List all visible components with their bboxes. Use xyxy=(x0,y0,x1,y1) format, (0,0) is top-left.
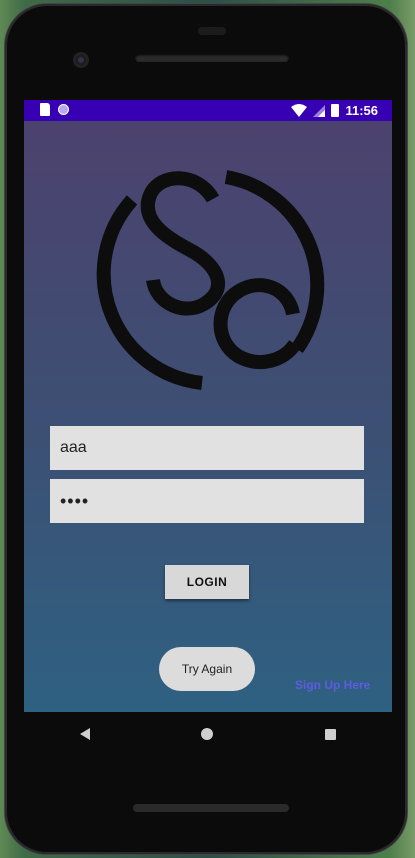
cell-signal-icon xyxy=(313,104,326,117)
sc-logo xyxy=(96,170,325,390)
login-button[interactable]: LOGIN xyxy=(165,565,249,599)
home-icon[interactable] xyxy=(201,728,214,740)
back-icon[interactable] xyxy=(79,728,90,740)
sign-up-link[interactable]: Sign Up Here xyxy=(295,678,370,692)
try-again-button[interactable]: Try Again xyxy=(159,647,255,691)
status-bar: 11:56 xyxy=(24,100,392,121)
app-screen: 11:56 LOGIN Try Again Sign Up Here xyxy=(24,100,392,712)
top-speaker-grille xyxy=(135,54,289,62)
username-field[interactable] xyxy=(50,426,364,470)
password-field[interactable] xyxy=(50,479,364,523)
front-camera xyxy=(73,52,89,68)
battery-icon xyxy=(331,104,340,117)
status-time: 11:56 xyxy=(345,103,378,118)
earpiece xyxy=(198,27,226,35)
wifi-icon xyxy=(291,104,308,117)
bottom-speaker-grille xyxy=(133,804,289,812)
system-nav-bar xyxy=(24,712,392,756)
sd-card-icon xyxy=(40,103,50,116)
recents-icon[interactable] xyxy=(325,728,337,740)
notification-dot-icon xyxy=(58,104,69,115)
